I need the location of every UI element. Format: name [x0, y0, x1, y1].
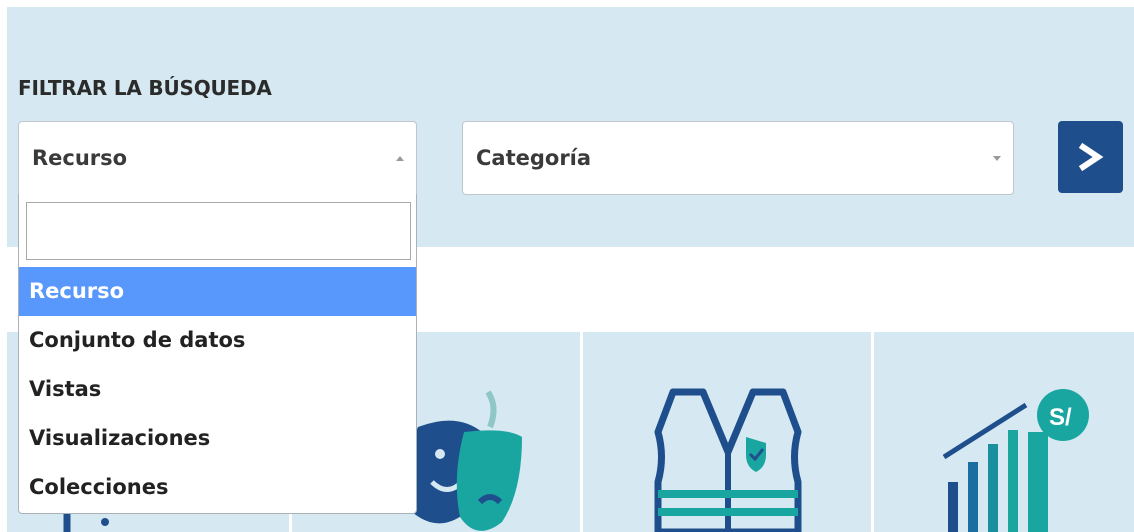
filter-heading: FILTRAR LA BÚSQUEDA: [18, 76, 272, 100]
option-colecciones[interactable]: Colecciones: [19, 463, 416, 512]
option-conjunto-de-datos[interactable]: Conjunto de datos: [19, 316, 416, 365]
tile-security[interactable]: [583, 332, 871, 532]
search-submit-button[interactable]: [1058, 121, 1123, 193]
tile-economy[interactable]: S/: [874, 332, 1134, 532]
chevron-right-icon: [1078, 142, 1103, 172]
category-select-value: Categoría: [476, 146, 592, 170]
safety-vest-icon: [654, 388, 802, 532]
option-vistas[interactable]: Vistas: [19, 365, 416, 414]
chevron-up-icon: [396, 156, 404, 161]
option-recurso[interactable]: Recurso: [19, 267, 416, 316]
svg-text:S/: S/: [1049, 404, 1072, 431]
growth-chart-currency-icon: S/: [942, 389, 1089, 532]
category-select[interactable]: Categoría: [462, 121, 1014, 195]
resource-dropdown: Recurso Conjunto de datos Vistas Visuali…: [18, 194, 417, 514]
option-visualizaciones[interactable]: Visualizaciones: [19, 414, 416, 463]
dropdown-search-input[interactable]: [26, 202, 411, 260]
resource-select-value: Recurso: [32, 146, 128, 170]
resource-select[interactable]: Recurso: [18, 121, 417, 195]
chevron-down-icon: [993, 156, 1001, 161]
